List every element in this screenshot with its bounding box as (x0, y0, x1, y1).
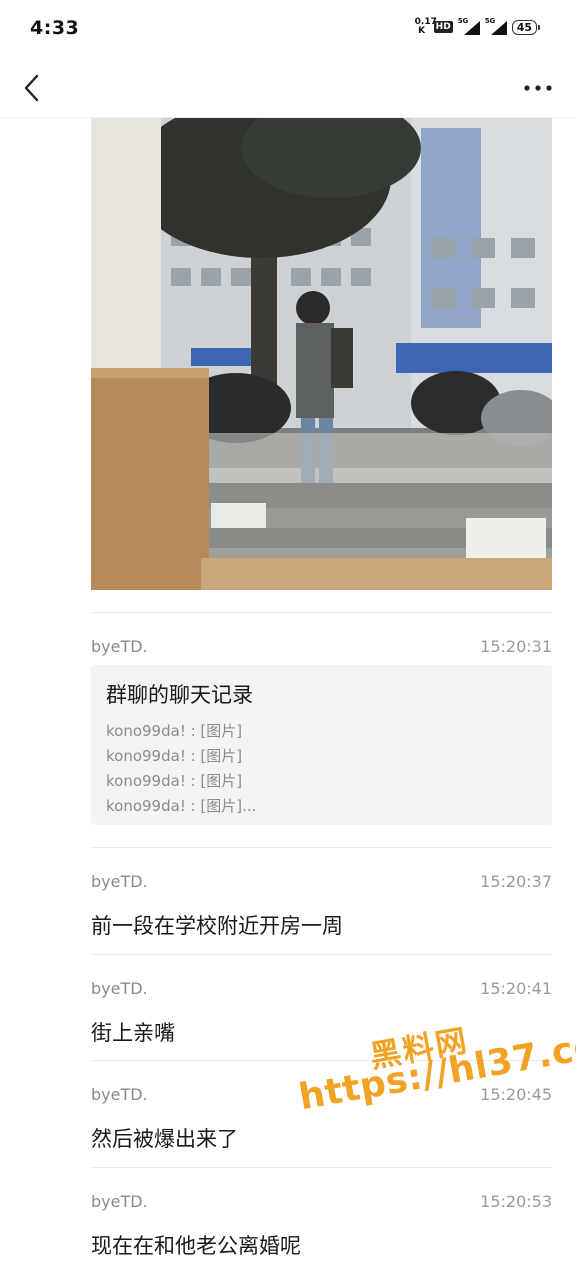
more-horizontal-icon (524, 85, 552, 91)
sender-name: byeTD. (91, 872, 148, 891)
hd-voice-icon: HD (433, 21, 453, 33)
message-time: 15:20:45 (480, 1085, 552, 1104)
street-photo (91, 118, 552, 590)
message-time: 15:20:53 (480, 1192, 552, 1211)
message-text: 然后被爆出来了 (91, 1127, 238, 1151)
back-button[interactable] (12, 66, 52, 110)
message-text: 现在在和他老公离婚呢 (91, 1234, 301, 1258)
message-text: 前一段在学校附近开房一周 (91, 914, 343, 938)
message-divider (91, 1167, 552, 1168)
message-item[interactable]: byeTD. 15:20:37 前一段在学校附近开房一周 (91, 872, 552, 942)
chevron-left-icon (24, 74, 39, 102)
status-time: 4:33 (30, 17, 80, 39)
record-line: kono99da! : [图片]... (106, 797, 257, 815)
record-line: kono99da! : [图片] (106, 722, 243, 740)
record-title: 群聊的聊天记录 (106, 683, 253, 707)
chat-record-card[interactable]: 群聊的聊天记录 kono99da! : [图片] kono99da! : [图片… (91, 665, 552, 825)
record-line: kono99da! : [图片] (106, 747, 243, 765)
more-options-button[interactable] (518, 66, 558, 110)
signal-strength-icon: 5G (485, 17, 507, 35)
message-time: 15:20:31 (480, 637, 552, 656)
message-meta: byeTD. 15:20:31 (91, 637, 552, 661)
status-icons: 0.17 K HD 5G 5G 45 (414, 17, 540, 36)
sender-name: byeTD. (91, 979, 148, 998)
message-divider (91, 954, 552, 955)
record-line: kono99da! : [图片] (106, 772, 243, 790)
sender-name: byeTD. (91, 1192, 148, 1211)
sender-name: byeTD. (91, 1085, 148, 1104)
battery-level: 45 (511, 19, 537, 35)
chat-image[interactable] (91, 118, 552, 590)
network-speed: 0.17 K (414, 17, 437, 36)
status-bar: 4:33 0.17 K HD 5G 5G 45 (0, 0, 576, 58)
message-time: 15:20:37 (480, 872, 552, 891)
message-item[interactable]: byeTD. 15:20:53 现在在和他老公离婚呢 (91, 1192, 552, 1262)
signal-strength-icon: 5G (458, 17, 480, 35)
message-text: 街上亲嘴 (91, 1021, 175, 1045)
message-time: 15:20:41 (480, 979, 552, 998)
message-divider (91, 847, 552, 848)
sender-name: byeTD. (91, 637, 148, 656)
message-divider (91, 612, 552, 613)
message-item[interactable]: byeTD. 15:20:41 街上亲嘴 (91, 979, 552, 1049)
battery-icon: 45 (511, 19, 540, 35)
app-header (0, 58, 576, 118)
